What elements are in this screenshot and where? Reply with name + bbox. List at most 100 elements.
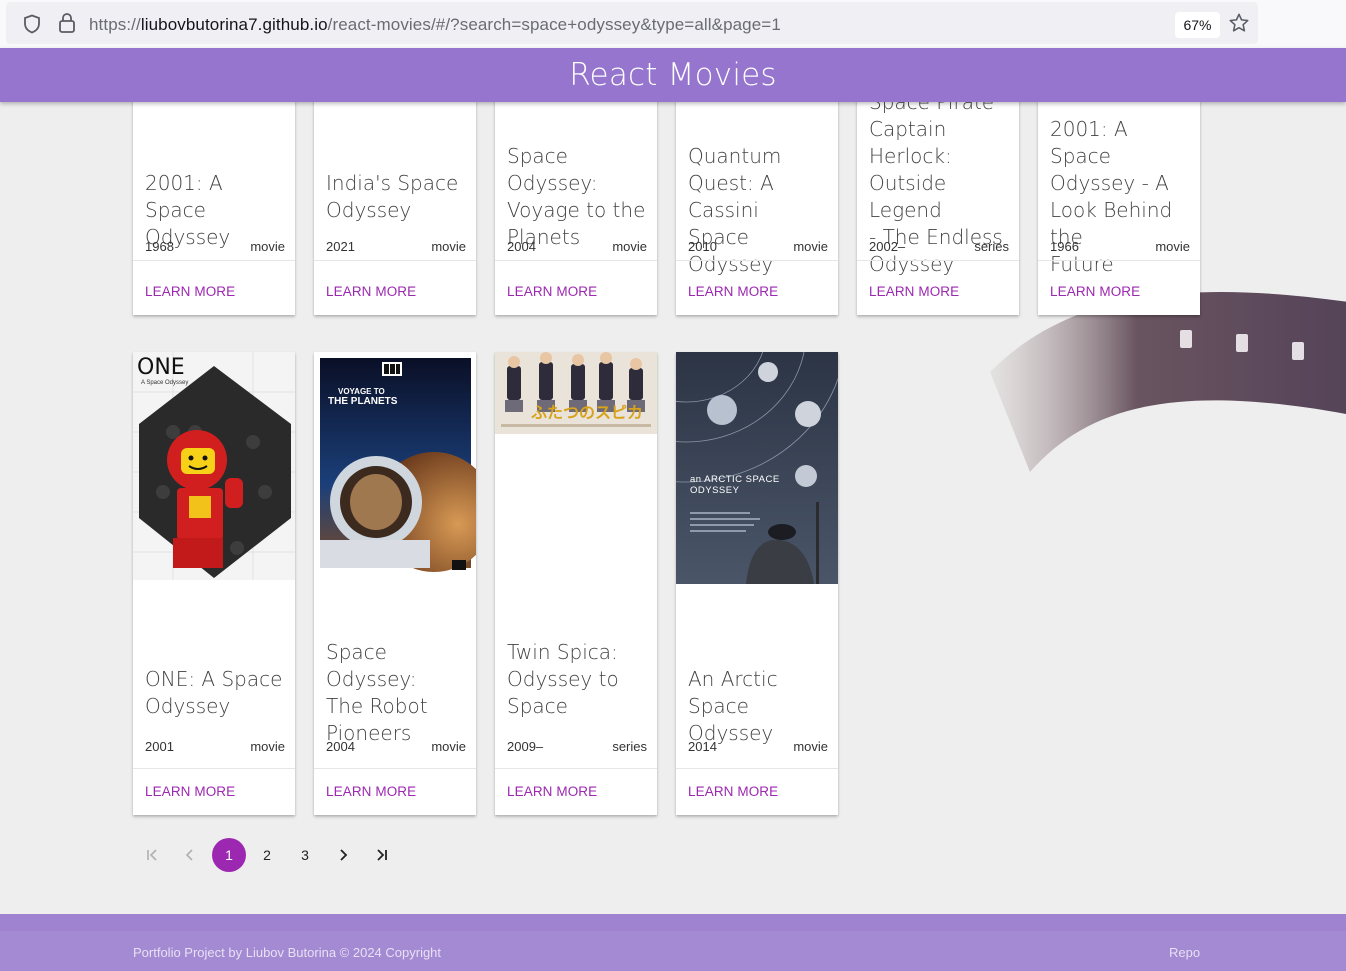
card-type: movie — [612, 239, 647, 254]
movie-card: an ARCTIC SPACE ODYSSEY An Arctic Space … — [676, 352, 838, 815]
card-divider — [314, 768, 476, 769]
bookmark-star-icon[interactable] — [1228, 12, 1250, 34]
card-title-line: Space — [507, 694, 568, 718]
card-year: 2021 — [326, 239, 355, 254]
card-year: 2001 — [145, 739, 174, 754]
card-title: An Arctic Space Odyssey — [688, 666, 830, 747]
lego-astronaut-poster-image: ONE A Space Odyssey — [133, 352, 295, 580]
learn-more-link[interactable]: LEARN MORE — [507, 784, 597, 799]
card-meta: 1966 movie — [1050, 239, 1190, 254]
card-title-line: India's Space — [326, 171, 459, 195]
learn-more-link[interactable]: LEARN MORE — [145, 284, 235, 299]
card-meta: 2014 movie — [688, 739, 828, 754]
students-poster-image: ふたつのスピカ — [495, 352, 657, 434]
page-button-1[interactable]: 1 — [212, 838, 246, 872]
card-title: Quantum Quest: A Cassini Space Odyssey — [688, 143, 830, 278]
poster-title: VOYAGE TO — [338, 387, 385, 396]
card-title-line: Future — [1050, 252, 1114, 276]
movie-card: ふたつのスピカ Twin Spica: Odyssey to Space 200… — [495, 352, 657, 815]
card-title-line: Odyssey — [326, 198, 412, 222]
movie-poster[interactable]: an ARCTIC SPACE ODYSSEY — [676, 352, 838, 584]
card-title: Space Odyssey: Voyage to the Planets — [507, 143, 649, 251]
movie-card: ONE A Space Odyssey ONE: A Space Odyssey… — [133, 352, 295, 815]
url-bar[interactable]: https://liubovbutorina7.github.io/react-… — [6, 2, 1258, 44]
card-meta: 1968 movie — [145, 239, 285, 254]
card-title-line: Odyssey — [145, 694, 231, 718]
learn-more-link[interactable]: LEARN MORE — [507, 284, 597, 299]
learn-more-link[interactable]: LEARN MORE — [688, 284, 778, 299]
first-page-icon — [147, 849, 157, 861]
page-button-2[interactable]: 2 — [250, 838, 284, 872]
card-type: movie — [1155, 239, 1190, 254]
card-title-line: The Robot — [326, 694, 428, 718]
last-page-icon — [377, 849, 387, 861]
poster-title: ONE — [137, 355, 185, 380]
app-header: React Movies — [0, 48, 1346, 102]
chevron-right-icon — [340, 849, 348, 861]
shield-icon[interactable] — [22, 14, 42, 34]
card-title-line: Captain Herlock: — [869, 117, 952, 168]
learn-more-link[interactable]: LEARN MORE — [688, 784, 778, 799]
movie-poster[interactable]: ふたつのスピカ — [495, 352, 657, 434]
footer-band — [0, 914, 1346, 931]
learn-more-link[interactable]: LEARN MORE — [1050, 284, 1140, 299]
card-year: 1968 — [145, 239, 174, 254]
movie-card: 2001: A Space Odyssey 1968 movie LEARN M… — [133, 102, 295, 315]
card-year: 2009– — [507, 739, 544, 754]
footer-copyright: Portfolio Project by Liubov Butorina © 2… — [133, 945, 442, 960]
movie-poster[interactable]: ONE A Space Odyssey — [133, 352, 295, 580]
card-type: movie — [793, 239, 828, 254]
card-meta: 2004 movie — [326, 739, 466, 754]
card-title-line: Space Odyssey: — [326, 640, 417, 691]
card-title-line: Space Odyssey: — [507, 144, 598, 195]
card-meta: 2001 movie — [145, 739, 285, 754]
card-type: movie — [793, 739, 828, 754]
movie-card: VOYAGE TO THE PLANETS Space Odyssey: The… — [314, 352, 476, 815]
movie-poster[interactable]: VOYAGE TO THE PLANETS — [314, 352, 476, 586]
url-text[interactable]: https://liubovbutorina7.github.io/react-… — [89, 15, 781, 35]
card-meta: 2010 movie — [688, 239, 828, 254]
card-divider — [857, 260, 1019, 261]
card-divider — [495, 260, 657, 261]
learn-more-link[interactable]: LEARN MORE — [326, 284, 416, 299]
card-divider — [676, 768, 838, 769]
footer: Portfolio Project by Liubov Butorina © 2… — [0, 914, 1346, 971]
last-page-button[interactable] — [365, 838, 399, 872]
learn-more-link[interactable]: LEARN MORE — [869, 284, 959, 299]
previous-page-button[interactable] — [173, 838, 207, 872]
movie-card: India's Space Odyssey 2021 movie LEARN M… — [314, 102, 476, 315]
card-year: 2010 — [688, 239, 717, 254]
movie-card: Quantum Quest: A Cassini Space Odyssey 2… — [676, 102, 838, 315]
card-year: 2004 — [326, 739, 355, 754]
learn-more-link[interactable]: LEARN MORE — [145, 784, 235, 799]
card-title-line: Odyssey — [869, 252, 955, 276]
card-divider — [495, 768, 657, 769]
card-title-line: 2001: A Space — [1050, 117, 1128, 168]
learn-more-link[interactable]: LEARN MORE — [326, 784, 416, 799]
movie-card: Space Odyssey: Voyage to the Planets 200… — [495, 102, 657, 315]
card-meta: 2002– series — [869, 239, 1009, 254]
card-title: Twin Spica: Odyssey to Space — [507, 639, 649, 720]
card-type: series — [974, 239, 1009, 254]
page-button-3[interactable]: 3 — [288, 838, 322, 872]
url-path: /react-movies/#/?search=space+odyssey&ty… — [327, 15, 781, 34]
first-page-button[interactable] — [135, 838, 169, 872]
lock-icon[interactable] — [58, 12, 76, 34]
card-divider — [133, 260, 295, 261]
poster-title: ふたつのスピカ — [531, 403, 643, 422]
repo-link[interactable]: Repo — [1169, 945, 1200, 960]
card-meta: 2021 movie — [326, 239, 466, 254]
zoom-level-button[interactable]: 67% — [1175, 12, 1220, 38]
browser-toolbar: https://liubovbutorina7.github.io/react-… — [0, 0, 1346, 48]
card-title-line: Space Pirate — [869, 102, 995, 114]
card-year: 2004 — [507, 239, 536, 254]
card-title-line: Odyssey - A — [1050, 171, 1169, 195]
card-title-line: Quest: A Cassini — [688, 171, 774, 222]
card-year: 1966 — [1050, 239, 1079, 254]
movie-card: 2001: A Space Odyssey - A Look Behind th… — [1038, 102, 1200, 315]
next-page-button[interactable] — [326, 838, 360, 872]
card-divider — [314, 260, 476, 261]
card-meta: 2009– series — [507, 739, 647, 754]
app-title[interactable]: React Movies — [569, 57, 777, 93]
card-type: series — [612, 739, 647, 754]
